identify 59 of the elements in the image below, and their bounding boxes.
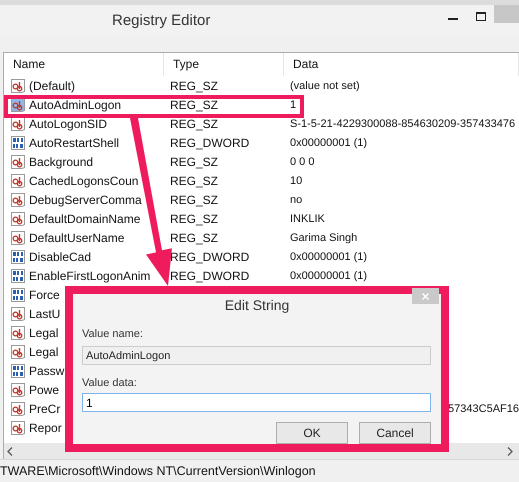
value-name[interactable]: Repor <box>29 420 62 434</box>
value-name[interactable]: EnableFirstLogonAnim <box>29 268 150 282</box>
field-label: Value data: <box>82 377 138 389</box>
value-name[interactable]: (Default) <box>29 78 76 92</box>
value-name[interactable]: AutoLogonSID <box>29 116 108 130</box>
value-type: REG_DWORD <box>170 136 250 150</box>
value-name[interactable]: DefaultUserName <box>29 230 124 244</box>
close-icon <box>422 292 429 300</box>
value-data: Garima Singh <box>290 232 358 244</box>
value-name[interactable]: DefaultDomainName <box>29 212 140 226</box>
value-name[interactable]: DisableCad <box>29 250 92 264</box>
value-name[interactable]: LastU <box>29 306 60 320</box>
value-name-field[interactable]: AutoAdminLogon <box>82 346 431 365</box>
value-name[interactable]: Legal <box>29 326 58 340</box>
value-data: 1 <box>290 98 296 110</box>
minimize-icon[interactable] <box>448 17 458 21</box>
value-name[interactable]: PreCr <box>29 402 60 416</box>
column-header[interactable]: Name <box>4 53 164 76</box>
scroll-right-icon[interactable] <box>507 446 513 456</box>
value-type: REG_SZ <box>170 192 218 206</box>
value-data: INKLIK <box>290 212 325 224</box>
value-name[interactable]: Passw <box>29 364 64 378</box>
value-data: (value not set) <box>290 80 360 92</box>
value-type: REG_DWORD <box>170 268 250 282</box>
column-header[interactable]: Data <box>284 53 519 76</box>
value-name[interactable]: Force <box>29 288 60 302</box>
value-name[interactable]: Legal <box>29 344 58 358</box>
value-data: no <box>290 194 302 206</box>
dialog-button[interactable]: Cancel <box>359 422 431 444</box>
value-name[interactable]: CachedLogonsCoun <box>29 174 138 188</box>
value-data: 0 0 0 <box>290 156 314 168</box>
value-data: 0x00000001 (1) <box>290 250 368 262</box>
column-header[interactable]: Type <box>164 53 284 76</box>
value-type: REG_SZ <box>170 98 218 112</box>
value-type: REG_SZ <box>170 154 218 168</box>
value-name[interactable]: Powe <box>29 382 60 396</box>
value-data: 10 <box>290 174 302 186</box>
status-path: TWARE\Microsoft\Windows NT\CurrentVersion\Winlogon <box>0 464 316 478</box>
value-data: 0x00000001 (1) <box>290 136 368 148</box>
value-type: REG_SZ <box>170 116 218 130</box>
value-data-field[interactable]: 1 <box>82 393 431 412</box>
value-type: REG_SZ <box>170 174 218 188</box>
dialog-button[interactable]: OK <box>276 422 348 444</box>
value-data: 0x00000001 (1) <box>290 270 368 282</box>
value-type: REG_SZ <box>170 78 218 92</box>
window-title: Registry Editor <box>112 12 210 29</box>
maximize-icon[interactable] <box>476 12 486 21</box>
dialog-title: Edit String <box>224 297 290 313</box>
field-label: Value name: <box>82 328 144 340</box>
value-data: S-1-5-21-4229300088-854630209-357433476 <box>290 118 516 130</box>
scroll-left-icon[interactable] <box>7 446 13 456</box>
value-type: REG_SZ <box>170 212 218 226</box>
value-name[interactable]: AutoAdminLogon <box>29 98 122 112</box>
value-type: REG_SZ <box>170 230 218 244</box>
value-type: REG_DWORD <box>170 250 250 264</box>
value-name[interactable]: AutoRestartShell <box>29 136 120 150</box>
value-name[interactable]: Background <box>29 154 94 168</box>
value-name[interactable]: DebugServerComma <box>29 192 142 206</box>
value-data: 57343C5AF16 <box>448 402 519 414</box>
